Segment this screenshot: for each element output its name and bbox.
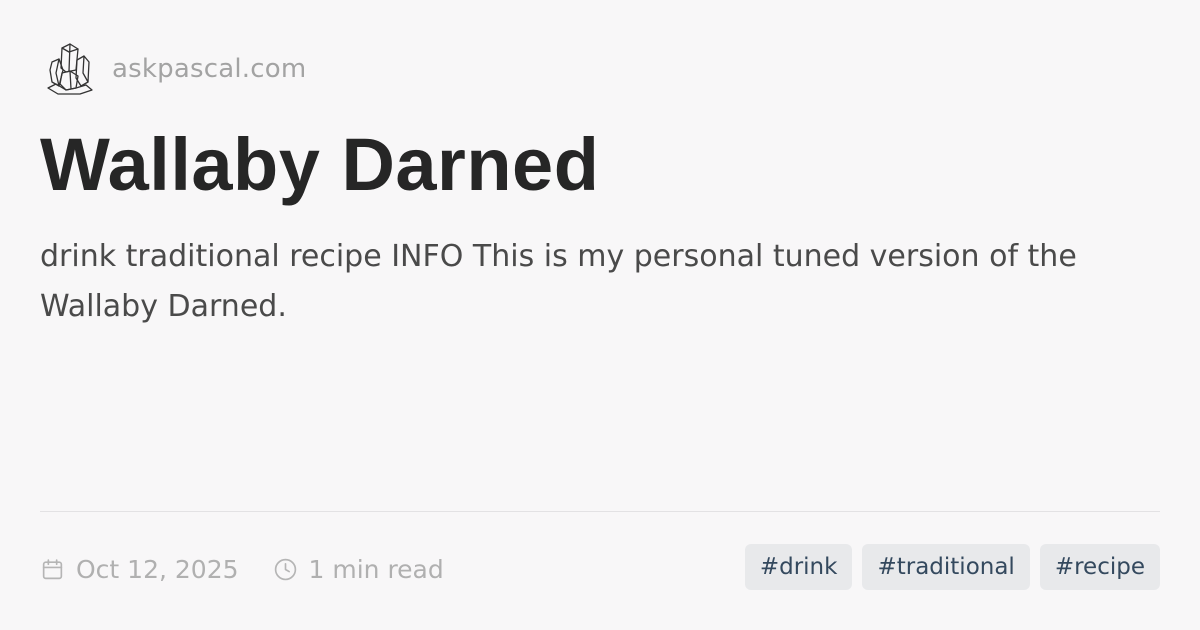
date-meta: Oct 12, 2025 bbox=[40, 555, 239, 584]
post-date: Oct 12, 2025 bbox=[76, 554, 239, 584]
post-meta: Oct 12, 2025 1 min read bbox=[40, 548, 444, 590]
calendar-icon bbox=[42, 558, 63, 579]
tag-traditional[interactable]: #traditional bbox=[862, 544, 1030, 590]
tag-list: #drink #traditional #recipe bbox=[744, 544, 1160, 590]
read-time: 1 min read bbox=[308, 554, 444, 584]
page-title: Wallaby Darned bbox=[40, 123, 600, 206]
crystal-icon bbox=[47, 43, 93, 95]
post-description: drink traditional recipe INFO This is my… bbox=[40, 239, 1077, 324]
clock-icon bbox=[274, 558, 296, 580]
site-domain[interactable]: askpascal.com bbox=[112, 54, 306, 84]
read-time-meta: 1 min read bbox=[273, 555, 444, 584]
tag-drink[interactable]: #drink bbox=[744, 544, 853, 590]
tag-recipe[interactable]: #recipe bbox=[1039, 544, 1160, 590]
site-header: askpascal.com bbox=[40, 40, 306, 98]
divider bbox=[40, 511, 1160, 512]
